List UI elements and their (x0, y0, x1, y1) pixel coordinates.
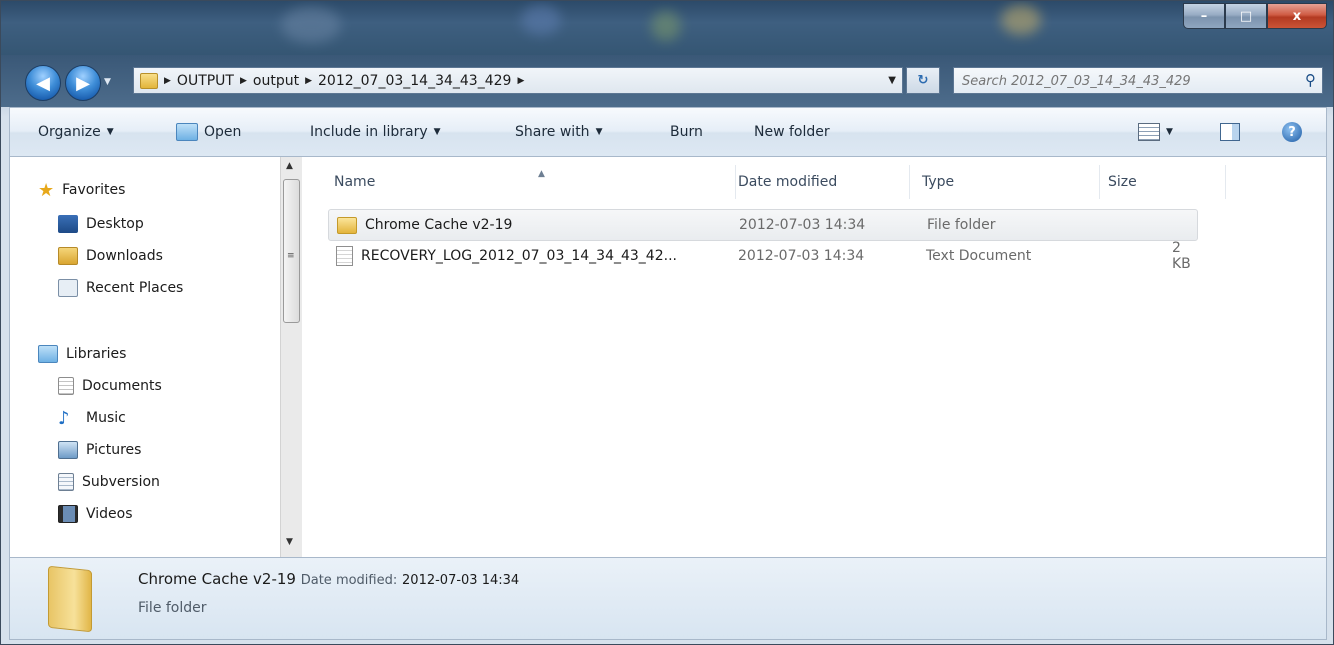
breadcrumb-item[interactable]: 2012_07_03_14_34_43_429 (318, 73, 511, 89)
scroll-up-icon[interactable]: ▲ (286, 161, 293, 171)
help-icon: ? (1282, 122, 1302, 142)
address-row: ◀ ▶ ▼ ▶ OUTPUT ▶ output ▶ 2012_07_03_14_… (1, 55, 1333, 107)
breadcrumb: ▶ OUTPUT ▶ output ▶ 2012_07_03_14_34_43_… (140, 68, 524, 93)
refresh-icon: ↻ (917, 73, 929, 88)
new-folder-button[interactable]: New folder (754, 108, 830, 156)
organize-menu[interactable]: Organize ▼ (38, 108, 114, 156)
open-folder-icon (176, 123, 198, 141)
title-bar: – □ x (1, 1, 1333, 55)
open-button[interactable]: Open (176, 108, 241, 156)
include-in-library-menu[interactable]: Include in library ▼ (310, 108, 441, 156)
folder-icon (48, 565, 92, 633)
nav-item-recent-places[interactable]: Recent Places (58, 273, 183, 303)
file-date-cell: 2012-07-03 14:34 (739, 217, 866, 233)
window-controls: – □ x (1183, 3, 1327, 31)
downloads-folder-icon (58, 247, 78, 265)
scroll-down-icon[interactable]: ▼ (286, 537, 293, 547)
content-area: ★ Favorites Desktop Downloads Recent Pla… (9, 157, 1327, 557)
column-header-type[interactable]: Type (914, 165, 1100, 199)
search-icon[interactable]: ⚲ (1305, 71, 1316, 89)
file-name-cell: Chrome Cache v2-19 (337, 210, 512, 240)
file-type-cell: File folder (927, 217, 996, 233)
share-with-menu[interactable]: Share with ▼ (515, 108, 602, 156)
minimize-button[interactable]: – (1183, 3, 1225, 29)
address-bar[interactable]: ▶ OUTPUT ▶ output ▶ 2012_07_03_14_34_43_… (133, 67, 903, 94)
pictures-icon (58, 441, 78, 459)
nav-libraries[interactable]: Libraries (38, 339, 126, 369)
preview-pane-icon (1220, 123, 1240, 141)
details-type: File folder (138, 600, 207, 616)
forward-button[interactable]: ▶ (65, 65, 101, 101)
file-type-cell: Text Document (926, 248, 1032, 264)
chevron-down-icon: ▼ (595, 127, 603, 137)
change-view-button[interactable]: ▼ (1138, 108, 1173, 156)
breadcrumb-item[interactable]: OUTPUT (177, 73, 234, 89)
breadcrumb-separator-icon[interactable]: ▶ (305, 76, 312, 86)
details-date-label: Date modified: (300, 573, 398, 588)
recent-pages-chevron-icon[interactable]: ▼ (104, 77, 111, 87)
nav-item-music[interactable]: ♪ Music (58, 403, 126, 433)
nav-item-documents[interactable]: Documents (58, 371, 162, 401)
recent-places-icon (58, 279, 78, 297)
chevron-down-icon: ▼ (1166, 127, 1173, 137)
navigation-pane: ★ Favorites Desktop Downloads Recent Pla… (10, 157, 278, 557)
explorer-window: – □ x ◀ ▶ ▼ ▶ OUTPUT ▶ output ▶ 2012_07_… (0, 0, 1334, 645)
file-name-cell: RECOVERY_LOG_2012_07_03_14_34_43_42... (336, 241, 677, 271)
column-header-name[interactable]: Name ▲ (326, 165, 736, 199)
maximize-button[interactable]: □ (1225, 3, 1267, 29)
view-list-icon (1138, 123, 1160, 141)
help-button[interactable]: ? (1282, 108, 1302, 156)
command-bar: Organize ▼ Open Include in library ▼ Share… (9, 107, 1327, 157)
subversion-icon (58, 473, 74, 491)
nav-item-videos[interactable]: Videos (58, 499, 133, 529)
back-arrow-icon: ◀ (36, 72, 50, 94)
details-date-value: 2012-07-03 14:34 (402, 573, 520, 588)
videos-icon (58, 505, 78, 523)
breadcrumb-separator-icon[interactable]: ▶ (240, 76, 247, 86)
libraries-icon (38, 345, 58, 363)
folder-icon (140, 72, 158, 89)
nav-favorites[interactable]: ★ Favorites (38, 175, 125, 205)
nav-scrollbar[interactable]: ▲ ≡ ▼ (280, 157, 302, 557)
folder-icon (337, 216, 357, 234)
search-input[interactable] (960, 71, 1284, 92)
address-dropdown-icon[interactable]: ▼ (888, 75, 896, 86)
details-title: Chrome Cache v2-19 Date modified: 2012-0… (138, 570, 520, 588)
nav-item-subversion[interactable]: Subversion (58, 467, 160, 497)
preview-pane-button[interactable] (1220, 108, 1240, 156)
search-box[interactable]: ⚲ (953, 67, 1323, 94)
text-document-icon (336, 246, 353, 266)
star-icon: ★ (38, 179, 55, 201)
file-size-cell: 2 KB (1172, 240, 1191, 272)
close-button[interactable]: x (1267, 3, 1327, 29)
details-pane: Chrome Cache v2-19 Date modified: 2012-0… (9, 557, 1327, 640)
column-header-date[interactable]: Date modified (730, 165, 910, 199)
breadcrumb-separator-icon: ▶ (164, 75, 171, 86)
file-row[interactable]: RECOVERY_LOG_2012_07_03_14_34_43_42... 2… (328, 240, 1198, 273)
file-date-cell: 2012-07-03 14:34 (738, 248, 865, 264)
nav-item-downloads[interactable]: Downloads (58, 241, 163, 271)
nav-item-desktop[interactable]: Desktop (58, 209, 144, 239)
burn-button[interactable]: Burn (670, 108, 703, 156)
documents-icon (58, 377, 74, 395)
forward-arrow-icon: ▶ (76, 72, 90, 94)
refresh-button[interactable]: ↻ (906, 67, 940, 94)
column-header-size[interactable]: Size (1100, 165, 1226, 199)
nav-item-pictures[interactable]: Pictures (58, 435, 141, 465)
scroll-grip-icon: ≡ (287, 251, 295, 261)
desktop-icon (58, 215, 78, 233)
breadcrumb-separator-icon[interactable]: ▶ (517, 76, 524, 86)
music-icon: ♪ (58, 407, 70, 429)
chevron-down-icon: ▼ (106, 127, 114, 137)
sort-ascending-icon: ▲ (538, 169, 545, 179)
chevron-down-icon: ▼ (433, 127, 441, 137)
file-list: Name ▲ Date modified Type Size Chrome Ca… (310, 157, 1320, 557)
file-row[interactable]: Chrome Cache v2-19 2012-07-03 14:34 File… (328, 209, 1198, 241)
back-button[interactable]: ◀ (25, 65, 61, 101)
breadcrumb-item[interactable]: output (253, 73, 299, 89)
